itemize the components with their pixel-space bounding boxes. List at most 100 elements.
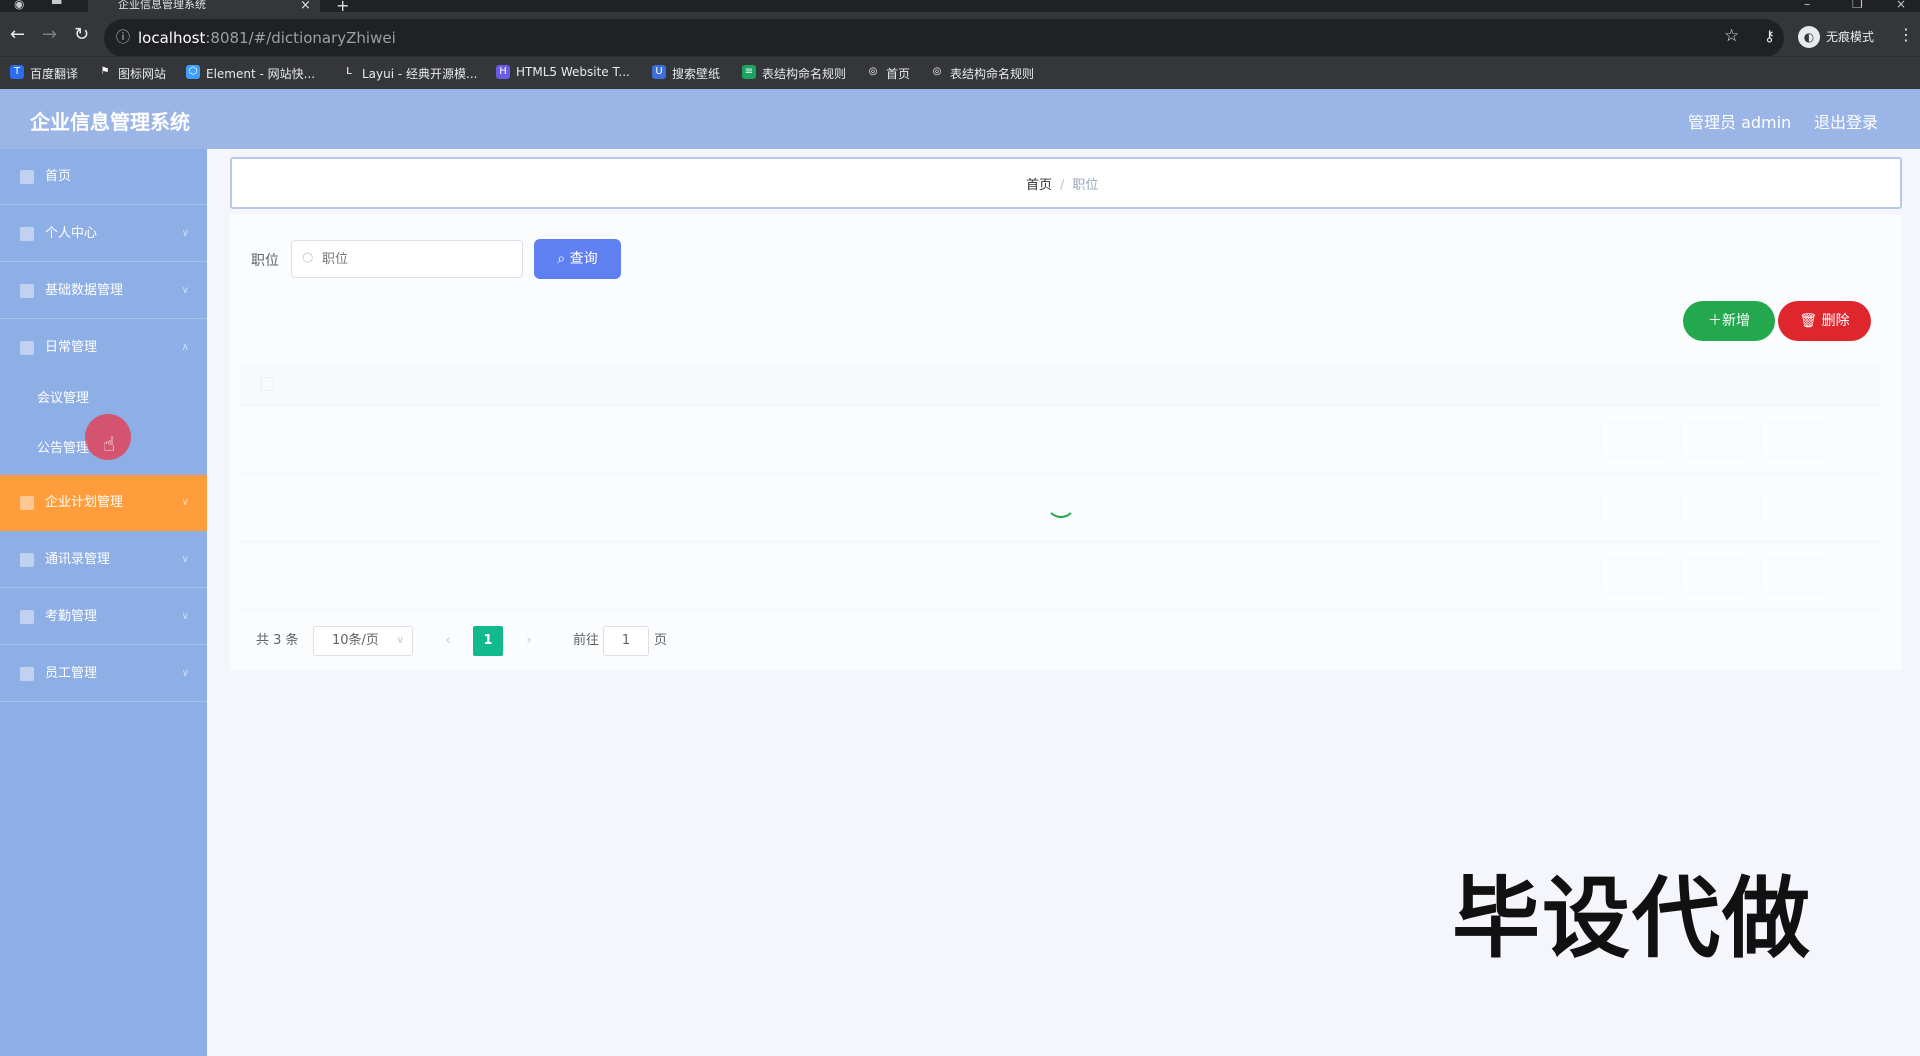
view-button[interactable]: [1600, 491, 1670, 525]
trash-icon: 🗑: [1799, 313, 1822, 329]
search-icon: ○: [302, 250, 314, 265]
sheet-icon: ≡: [742, 65, 756, 79]
sidebar: 首页 个人中心 ∨ 基础数据管理 ∨ 日常管理 ∧ 会议管理 公告管理 企业计划管理 ∨…: [0, 149, 207, 1056]
database-icon: [20, 284, 34, 298]
pagination-total: 共 3 条: [256, 633, 299, 648]
address-bar[interactable]: ⓘ localhost:8081/#/dictionaryZhiwei: [104, 19, 1784, 57]
view-button[interactable]: [1600, 423, 1670, 457]
chevron-down-icon: ∨: [396, 635, 404, 646]
restore-icon[interactable]: ❐: [1852, 0, 1863, 11]
table-header: [240, 362, 1880, 406]
sidebar-item-home[interactable]: 首页: [0, 149, 207, 205]
bookmark-item[interactable]: ≡ 表结构命名规则: [742, 65, 846, 82]
bookmark-item[interactable]: U 搜索壁纸: [652, 65, 720, 82]
bookmark-item[interactable]: ◎ 表结构命名规则: [930, 65, 1034, 82]
sidebar-item-basic-data[interactable]: 基础数据管理 ∨: [0, 263, 207, 319]
tab-title: 企业信息管理系统: [118, 0, 206, 11]
url-host: localhost: [138, 29, 206, 47]
html5-icon: H: [496, 65, 510, 79]
select-all-checkbox[interactable]: [260, 377, 274, 391]
element-icon: ⬡: [186, 65, 200, 79]
search-icon: ⌕: [557, 251, 570, 267]
bookmark-item[interactable]: L Layui - 经典开源模...: [342, 65, 477, 82]
page-size-select[interactable]: 10条/页 ∨: [313, 626, 413, 656]
query-button[interactable]: ⌕ 查询: [534, 239, 621, 279]
sidebar-item-plan[interactable]: 企业计划管理 ∨: [0, 475, 207, 531]
page-unit-label: 页: [654, 633, 668, 648]
app-header: 企业信息管理系统 管理员 admin 退出登录: [0, 89, 1920, 149]
bookmark-item[interactable]: ◎ 首页: [866, 65, 910, 82]
breadcrumb-home[interactable]: 首页: [1026, 178, 1052, 193]
browser-tab[interactable]: 企业信息管理系统: [88, 0, 320, 12]
globe-icon: ◎: [868, 66, 878, 77]
user-icon: [20, 227, 34, 241]
chevron-up-icon: ∧: [181, 342, 189, 353]
sidebar-item-profile[interactable]: 个人中心 ∨: [0, 206, 207, 262]
table-row: [240, 542, 1880, 610]
bookmark-item[interactable]: T 百度翻译: [10, 65, 78, 82]
loading-spinner-icon: [1046, 488, 1076, 518]
browser-menu-icon[interactable]: ⋮: [1898, 25, 1914, 44]
incognito-icon: ◐: [1798, 26, 1820, 48]
row-delete-button[interactable]: [1760, 559, 1830, 593]
edit-button[interactable]: [1680, 423, 1750, 457]
incognito-indicator[interactable]: ◐ 无痕模式: [1796, 23, 1880, 51]
layui-icon: L: [346, 66, 352, 77]
goto-label: 前往: [573, 633, 600, 648]
add-button[interactable]: ＋新增: [1683, 301, 1775, 341]
app-title: 企业信息管理系统: [30, 110, 190, 134]
view-button[interactable]: [1600, 559, 1670, 593]
tab-search-icon[interactable]: ▀: [52, 0, 61, 11]
url-path: :8081/#/dictionaryZhiwei: [205, 29, 396, 47]
row-delete-button[interactable]: [1760, 491, 1830, 525]
bookmark-item[interactable]: ⚑ 图标网站: [98, 65, 167, 82]
sidebar-item-staff[interactable]: 员工管理 ∨: [0, 646, 207, 702]
calendar-icon: [20, 496, 34, 510]
reload-icon[interactable]: ↻: [74, 24, 89, 45]
key-icon[interactable]: ⚷: [1764, 27, 1775, 45]
chevron-down-icon: ∨: [181, 668, 189, 679]
chevron-down-icon: ∨: [181, 285, 189, 296]
admin-label: 管理员 admin: [1688, 113, 1792, 132]
close-window-icon[interactable]: ×: [1896, 0, 1906, 11]
edit-button[interactable]: [1680, 559, 1750, 593]
chevron-down-icon: ∨: [181, 497, 189, 508]
search-input[interactable]: [291, 240, 523, 278]
browser-tab-strip: ◉ ▀ 企业信息管理系统 × + – ❐ ×: [0, 0, 1920, 15]
sidebar-item-daily[interactable]: 日常管理 ∧: [0, 320, 207, 376]
forward-icon[interactable]: →: [42, 24, 57, 45]
delete-button[interactable]: 🗑 删除: [1778, 301, 1871, 341]
prev-page-icon[interactable]: ‹: [433, 626, 463, 656]
hand-cursor-icon: ☝: [103, 432, 116, 456]
bookmark-star-icon[interactable]: ☆: [1724, 26, 1739, 46]
breadcrumb: 首页 / 职位: [230, 157, 1902, 209]
page-number-current[interactable]: 1: [473, 626, 503, 656]
contacts-icon: [20, 553, 34, 567]
wallpaper-icon: U: [652, 65, 666, 79]
back-icon[interactable]: ←: [10, 24, 25, 45]
bookmark-item[interactable]: H HTML5 Website T...: [496, 65, 630, 79]
row-delete-button[interactable]: [1760, 423, 1830, 457]
table-row: [240, 406, 1880, 474]
list-icon: [20, 341, 34, 355]
clock-icon: [20, 610, 34, 624]
sidebar-item-attendance[interactable]: 考勤管理 ∨: [0, 589, 207, 645]
minimize-icon[interactable]: –: [1804, 0, 1810, 11]
edit-button[interactable]: [1680, 491, 1750, 525]
incognito-label: 无痕模式: [1826, 30, 1875, 44]
chevron-down-icon: ∨: [181, 554, 189, 565]
logout-link[interactable]: 退出登录: [1814, 109, 1878, 133]
watermark-text: 毕设代做: [1452, 867, 1813, 970]
breadcrumb-trail: 首页 / 职位: [1026, 174, 1098, 193]
next-page-icon[interactable]: ›: [514, 626, 544, 656]
breadcrumb-separator: /: [1060, 178, 1065, 193]
chevron-down-icon: ∨: [181, 611, 189, 622]
goto-page-input[interactable]: 1: [603, 626, 649, 656]
data-table: [240, 362, 1880, 612]
breadcrumb-current: 职位: [1072, 178, 1099, 193]
bookmark-item[interactable]: ⬡ Element - 网站快...: [186, 65, 315, 82]
sidebar-item-contacts[interactable]: 通讯录管理 ∨: [0, 532, 207, 588]
globe-icon: ◎: [932, 66, 942, 77]
translate-icon: T: [10, 65, 24, 79]
site-info-icon[interactable]: ⓘ: [116, 19, 130, 57]
